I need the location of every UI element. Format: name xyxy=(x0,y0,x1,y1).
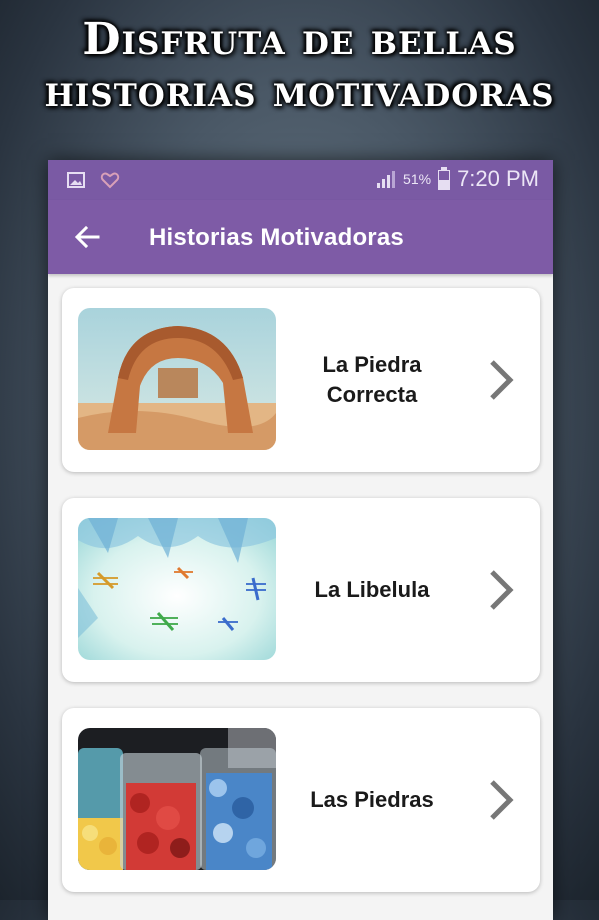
chevron-right-icon xyxy=(490,360,514,400)
jars-of-stones-thumbnail xyxy=(78,728,276,870)
list-item-las-piedras[interactable]: Las Piedras xyxy=(62,708,540,892)
signal-icon xyxy=(377,171,396,188)
clock: 7:20 PM xyxy=(457,166,539,191)
heart-notification-icon xyxy=(100,172,120,189)
promo-headline: Disfruta de bellas historias motivadoras xyxy=(0,14,599,118)
toolbar-title: Historias Motivadoras xyxy=(149,224,404,251)
story-title: La Libelula xyxy=(314,577,430,602)
battery-icon xyxy=(438,167,451,190)
gallery-notification-icon xyxy=(67,172,85,188)
list-item-la-libelula[interactable]: La Libelula xyxy=(62,498,540,682)
chevron-right-icon xyxy=(490,570,514,610)
story-title: La Piedra Correcta xyxy=(322,352,422,407)
chevron-right-icon xyxy=(490,780,514,820)
dragonfly-thumbnail xyxy=(78,518,276,660)
list-item-la-piedra-correcta[interactable]: La Piedra Correcta xyxy=(62,288,540,472)
story-list: La Piedra Correcta La Libelula Las Piedr… xyxy=(62,288,540,918)
stone-arch-thumbnail xyxy=(78,308,276,450)
back-arrow-icon[interactable] xyxy=(72,222,102,252)
promo-line-1: Disfruta de bellas xyxy=(82,14,517,65)
status-bar: 51% 7:20 PM xyxy=(48,160,553,200)
promo-line-2: historias motivadoras xyxy=(44,66,555,117)
story-title: Las Piedras xyxy=(310,787,434,812)
app-toolbar: Historias Motivadoras xyxy=(48,200,553,274)
battery-percent: 51% xyxy=(403,171,432,187)
